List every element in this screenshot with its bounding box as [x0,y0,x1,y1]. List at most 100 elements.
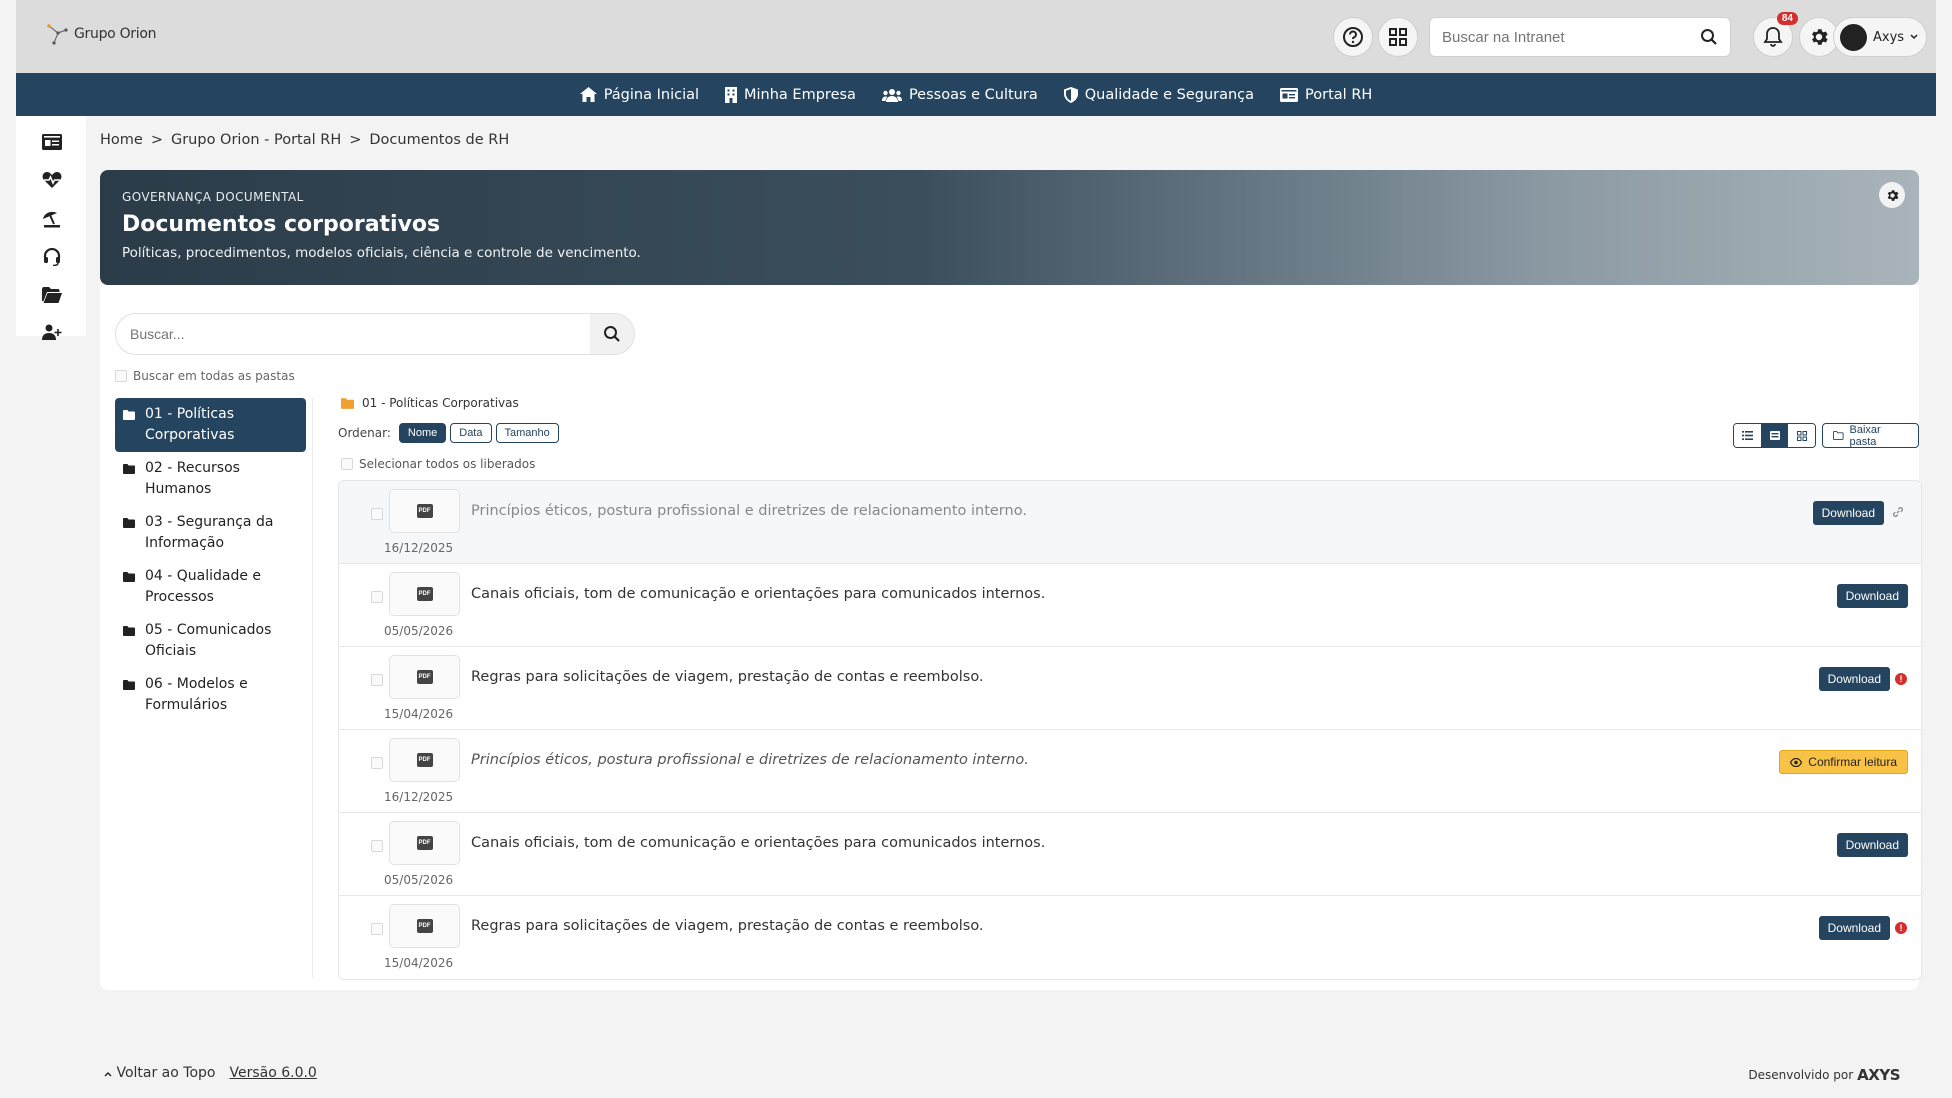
documents-panel: Buscar em todas as pastas 01 - Políticas… [100,285,1922,990]
alert-icon: ! [1895,673,1907,685]
folder-item-politicas[interactable]: 01 - Políticas Corporativas [115,398,306,452]
nav-item-people-culture[interactable]: Pessoas e Cultura [881,87,1038,103]
download-button[interactable]: Download [1836,584,1908,608]
download-button[interactable]: Download [1818,667,1890,691]
document-thumbnail[interactable]: PDF [389,738,460,782]
shield-icon [1063,86,1078,103]
download-button[interactable]: Download [1836,833,1908,857]
download-button[interactable]: Download [1818,916,1890,940]
rail-item-add-user[interactable] [40,320,64,344]
document-checkbox[interactable] [371,923,383,935]
sort-by-size-button[interactable]: Tamanho [495,423,559,443]
document-checkbox[interactable] [371,757,383,769]
view-list-button[interactable] [1734,424,1761,447]
folder-icon [123,680,135,690]
document-row: PDF 15/04/2026 Regras para solicitações … [339,647,1921,730]
intranet-search-input[interactable] [1442,28,1700,46]
notifications-button[interactable]: 84 [1753,12,1798,57]
logo-text: Grupo Orion [74,26,157,42]
rail-item-support[interactable] [40,245,64,269]
document-thumbnail[interactable]: PDF [389,821,460,865]
search-all-folders[interactable]: Buscar em todas as pastas [115,369,295,383]
page-banner: GOVERNANÇA DOCUMENTAL Documentos corpora… [100,170,1919,285]
document-title[interactable]: Canais oficiais, tom de comunicação e or… [471,586,1045,602]
folder-item-seguranca-informacao[interactable]: 03 - Segurança da Informação [115,506,306,560]
sort-by-name-button[interactable]: Nome [398,423,447,443]
rail-item-documents[interactable] [40,283,64,307]
nav-item-label: Página Inicial [603,86,700,103]
view-grid-button[interactable] [1788,424,1815,447]
search-icon[interactable] [1700,28,1718,46]
download-button[interactable]: Download [1812,501,1884,525]
footer-credits: Desenvolvido por AXYS [1748,1066,1900,1084]
link-icon[interactable] [1892,506,1904,518]
download-folder-button[interactable]: Baixar pasta [1822,423,1919,448]
folder-list: 01 - Políticas Corporativas 02 - Recurso… [115,398,306,722]
chevron-up-icon [104,1072,112,1077]
banner-settings-button[interactable] [1879,182,1905,208]
folder-item-qualidade-processos[interactable]: 04 - Qualidade e Processos [115,560,306,614]
document-checkbox[interactable] [371,674,383,686]
id-card-icon [1280,87,1299,102]
breadcrumb-separator: > [150,132,163,148]
help-button[interactable] [1333,17,1373,57]
sort-label: Ordenar: [338,426,391,440]
folder-item-modelos-formularios[interactable]: 06 - Modelos e Formulários [115,668,306,722]
nav-item-home[interactable]: Página Inicial [579,86,700,103]
headset-icon [43,248,61,266]
rail-item-portal[interactable] [40,130,64,154]
breadcrumb-portal[interactable]: Grupo Orion - Portal RH [171,132,341,148]
document-thumbnail[interactable]: PDF [389,572,460,616]
document-checkbox[interactable] [371,840,383,852]
document-title[interactable]: Princípios éticos, postura profissional … [471,752,1029,768]
question-circle-icon [1343,27,1363,47]
folder-label: 03 - Segurança da Informação [145,514,274,551]
document-title[interactable]: Canais oficiais, tom de comunicação e or… [471,835,1045,851]
rail-item-health[interactable] [40,168,64,192]
document-list: PDF 16/12/2025 Princípios éticos, postur… [338,480,1922,980]
document-title[interactable]: Regras para solicitações de viagem, pres… [471,918,984,934]
apps-button[interactable] [1378,17,1418,57]
breadcrumb: Home > Grupo Orion - Portal RH > Documen… [100,132,509,148]
document-search-input[interactable] [130,326,590,342]
document-checkbox[interactable] [371,591,383,603]
sort-by-date-button[interactable]: Data [450,423,492,443]
developer-logo[interactable]: AXYS [1857,1066,1900,1084]
document-thumbnail[interactable]: PDF [389,655,460,699]
document-thumbnail[interactable]: PDF [389,904,460,948]
breadcrumb-separator: > [349,132,362,148]
folder-icon [123,464,135,474]
version-link[interactable]: Versão 6.0.0 [229,1065,316,1081]
rail-item-vacation[interactable] [40,207,64,231]
document-search-button[interactable] [590,314,634,354]
select-all-released[interactable]: Selecionar todos os liberados [341,457,535,471]
document-checkbox[interactable] [371,508,383,520]
gear-icon [1887,189,1898,201]
folder-item-recursos-humanos[interactable]: 02 - Recursos Humanos [115,452,306,506]
breadcrumb-home[interactable]: Home [100,132,143,148]
folder-open-icon [42,287,62,303]
document-title[interactable]: Regras para solicitações de viagem, pres… [471,669,984,685]
intranet-search [1429,17,1731,57]
eye-icon [1790,757,1803,767]
chevron-down-icon [1910,34,1918,40]
search-all-folders-checkbox[interactable] [115,370,127,382]
document-title[interactable]: Princípios éticos, postura profissional … [471,503,1027,519]
document-row: PDF 05/05/2026 Canais oficiais, tom de c… [339,813,1921,896]
select-all-checkbox[interactable] [341,458,353,470]
user-name: Axys [1873,29,1905,45]
document-thumbnail[interactable]: PDF [389,489,460,533]
page-title: Documentos corporativos [122,212,441,237]
company-logo[interactable]: Grupo Orion [46,22,156,46]
confirm-reading-button[interactable]: Confirmar leitura [1779,750,1908,774]
nav-item-portal-rh[interactable]: Portal RH [1280,87,1372,103]
folder-item-comunicados-oficiais[interactable]: 05 - Comunicados Oficiais [115,614,306,668]
nav-item-my-company[interactable]: Minha Empresa [725,86,856,103]
nav-item-label: Minha Empresa [744,86,856,103]
view-compact-button[interactable] [1761,424,1788,447]
folder-icon [123,572,135,582]
folder-label: 01 - Políticas Corporativas [145,406,235,443]
user-menu[interactable]: Axys [1833,17,1927,57]
nav-item-quality-safety[interactable]: Qualidade e Segurança [1063,86,1254,103]
back-to-top-link[interactable]: Voltar ao Topo [104,1065,215,1081]
